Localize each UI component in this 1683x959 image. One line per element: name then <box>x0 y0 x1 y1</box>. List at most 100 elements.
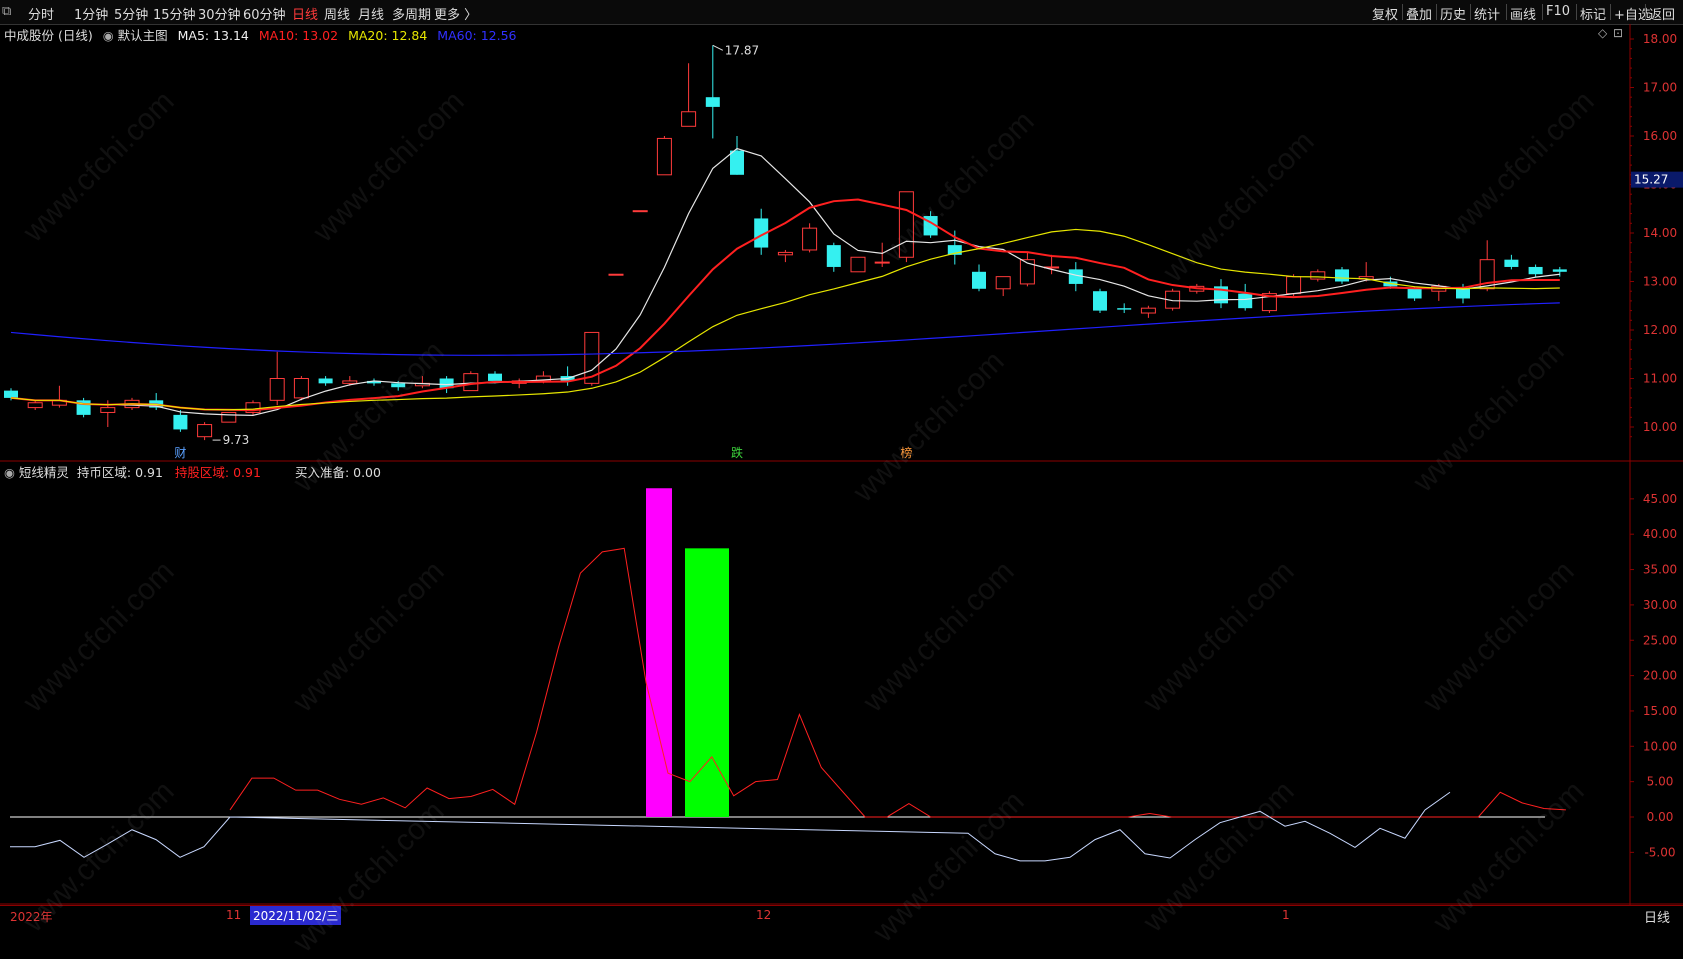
candle-body-up <box>850 256 866 273</box>
hold-coin-line <box>10 791 1451 862</box>
toolbar-button[interactable]: 画线 <box>1510 4 1536 23</box>
price-axis-label: 14.00 <box>1643 226 1677 240</box>
candle-body-up <box>608 273 624 276</box>
candle <box>777 249 793 263</box>
candle <box>173 410 188 432</box>
indicator-axis-label: 10.00 <box>1643 739 1677 753</box>
candle <box>802 223 818 253</box>
candle <box>1019 252 1035 287</box>
period-tab[interactable]: 1分钟 <box>74 4 108 23</box>
candle <box>681 63 697 127</box>
indicator-axis-label: -5.00 <box>1644 845 1675 859</box>
candle <box>705 45 720 139</box>
period-tab[interactable]: 30分钟 <box>198 4 241 23</box>
candle <box>1335 266 1349 284</box>
candle-body-down <box>972 271 986 289</box>
candle-body-down <box>730 150 744 175</box>
period-tab[interactable]: 月线 <box>358 4 384 23</box>
ma5-line <box>10 147 1560 416</box>
candle-body-down <box>1407 288 1422 299</box>
candle-body-up <box>221 411 237 423</box>
current-price-label: 15.27 <box>1634 173 1668 187</box>
chart-canvas[interactable]: 18.00 17.00 16.00 15.00 14.00 13.00 12.00 11.00… <box>0 24 1683 905</box>
period-button[interactable]: 日线 <box>1644 907 1670 926</box>
candle <box>1140 305 1156 318</box>
period-toolbar: ⧉ 分时 1分钟 5分钟 15分钟 30分钟 60分钟 日线 周线 月线 多周期 更多 〉 复权 叠加… <box>0 0 1683 25</box>
candle-body-up <box>802 227 818 251</box>
candle-body-up <box>995 276 1011 290</box>
event-marker: 跌 <box>731 445 743 460</box>
toolbar-button[interactable]: 统计 <box>1474 4 1500 23</box>
candle <box>1261 291 1277 314</box>
candle <box>221 411 237 423</box>
candle-body-down <box>1093 291 1107 311</box>
candle-body-up <box>874 261 890 264</box>
candle <box>1093 288 1107 314</box>
candle-body-up <box>777 251 793 256</box>
period-tab[interactable]: 多周期 <box>392 4 431 23</box>
period-tab[interactable]: 周线 <box>324 4 350 23</box>
candle <box>947 230 962 265</box>
candle-body-up <box>197 424 213 438</box>
candle-body-down <box>4 390 18 398</box>
candle <box>898 191 914 263</box>
candle-body-down <box>826 245 841 267</box>
candle-body-up <box>1286 276 1302 295</box>
candle-body-up <box>1310 271 1326 280</box>
price-axis-label: 10.00 <box>1643 420 1677 434</box>
candle-body-down <box>705 97 720 107</box>
candle <box>269 351 285 406</box>
candle <box>560 366 575 386</box>
candle <box>730 136 744 175</box>
toolbar-button[interactable]: 叠加 <box>1406 4 1432 23</box>
event-marker: 财 <box>174 446 186 460</box>
candle <box>874 242 890 267</box>
candle-body-down <box>1504 259 1519 267</box>
date-label: 12 <box>756 908 772 922</box>
period-tab[interactable]: 更多 〉 <box>434 4 477 23</box>
candle-body-up <box>656 137 672 176</box>
period-tab[interactable]: 15分钟 <box>153 4 196 23</box>
period-tab[interactable]: 5分钟 <box>114 4 148 23</box>
price-axis-label: 13.00 <box>1643 275 1677 289</box>
candle-body-up <box>1140 307 1156 314</box>
candle <box>1504 254 1519 270</box>
signal-bar <box>646 488 672 817</box>
candle-body-down <box>1335 269 1349 282</box>
period-tab[interactable]: 分时 <box>28 4 54 23</box>
candle-body-down <box>173 414 188 430</box>
candle <box>1310 269 1326 282</box>
period-tab[interactable]: 日线 <box>292 4 318 23</box>
max-price-label: 17.87 <box>725 43 759 57</box>
toolbar-button[interactable]: 返回 <box>1649 4 1675 23</box>
toolbar-button[interactable]: 复权 <box>1372 4 1398 23</box>
candle <box>1238 283 1253 311</box>
indicator-axis-label: 40.00 <box>1643 527 1677 541</box>
indicator-axis-label: 0.00 <box>1647 810 1674 824</box>
candle-body-down <box>1552 269 1567 272</box>
price-axis-label: 16.00 <box>1643 129 1677 143</box>
window-icon[interactable]: ⧉ <box>2 4 11 19</box>
indicator-axis-label: 25.00 <box>1643 633 1677 647</box>
period-tab[interactable]: 60分钟 <box>243 4 286 23</box>
indicator-axis-label: 15.00 <box>1643 704 1677 718</box>
candle-body-up <box>632 210 648 213</box>
crosshair-date: 2022/11/02/三 <box>250 906 342 925</box>
candle-body-down <box>488 373 502 381</box>
price-axis-label: 12.00 <box>1643 323 1677 337</box>
price-axis-label: 17.00 <box>1643 81 1677 95</box>
candle-body-up <box>293 378 309 399</box>
candle <box>293 376 309 401</box>
candle-body-down <box>1117 308 1132 310</box>
price-axis-label: 11.00 <box>1643 372 1677 386</box>
toolbar-button[interactable]: 历史 <box>1440 4 1466 23</box>
ma60-line <box>10 302 1560 356</box>
price-axis-label: 18.00 <box>1643 32 1677 46</box>
toolbar-button[interactable]: F10 <box>1546 4 1570 19</box>
ma10-line <box>10 198 1560 412</box>
date-axis: 2022年 11 2022/11/02/三 12 1 日线 <box>0 905 1683 926</box>
candle-body-down <box>318 378 333 384</box>
candle-body-up <box>27 402 43 409</box>
toolbar-button[interactable]: 标记 <box>1580 4 1606 23</box>
candle <box>511 378 527 389</box>
